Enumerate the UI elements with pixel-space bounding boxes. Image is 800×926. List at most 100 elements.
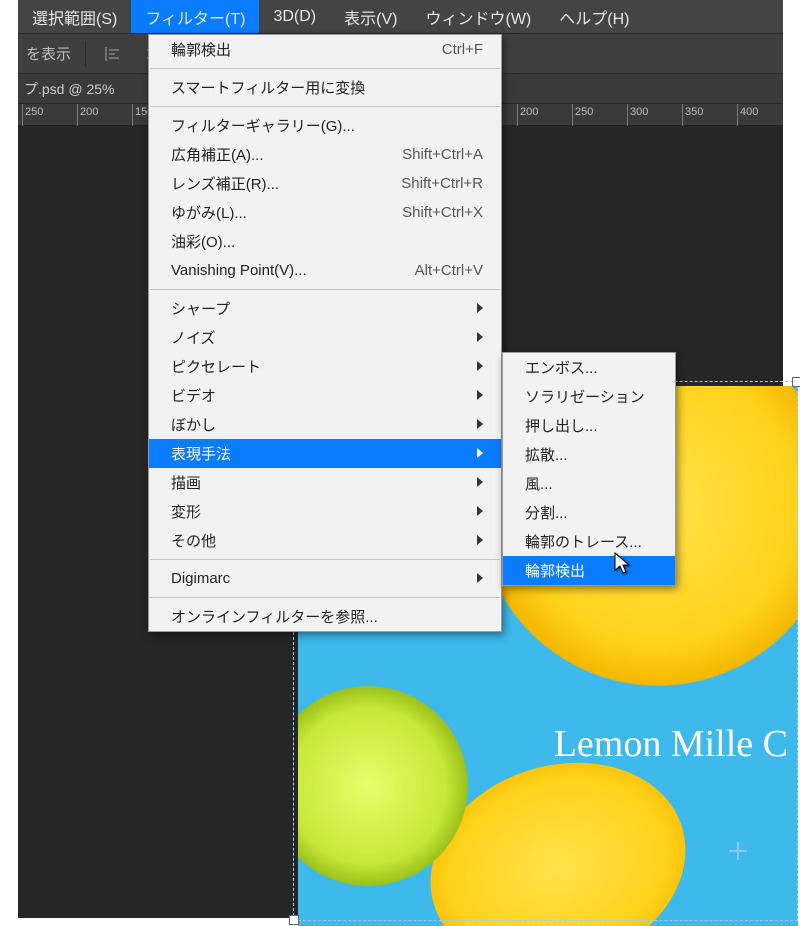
submenu-arrow-icon [477, 329, 483, 346]
submenu-arrow-icon [477, 300, 483, 317]
menu-item-label: ノイズ [171, 327, 477, 348]
menu-separator [150, 68, 500, 69]
filter-menu-item[interactable]: レンズ補正(R)...Shift+Ctrl+R [149, 169, 501, 198]
ruler-tick: 400 [737, 104, 738, 126]
filter-menu-item[interactable]: 描画 [149, 468, 501, 497]
menu-item-label: シャープ [171, 298, 477, 319]
menu-item-label: 押し出し... [525, 415, 657, 436]
ruler-tick: 300 [627, 104, 628, 126]
menu-item-label: 描画 [171, 472, 477, 493]
filter-menu-item[interactable]: Digimarc [149, 564, 501, 593]
submenu-arrow-icon [477, 387, 483, 404]
stylize-submenu: エンボス... ソラリゼーション押し出し... 拡散... 風... 分割... 輪郭のト… [502, 352, 676, 586]
submenu-arrow-icon [477, 532, 483, 549]
menu-表示(V)[interactable]: 表示(V) [330, 0, 411, 33]
menu-item-label: 輪郭検出 [171, 39, 442, 60]
ruler-tick: 250 [572, 104, 573, 126]
filter-menu-item[interactable]: スマートフィルター用に変換 [149, 73, 501, 102]
menubar: 選択範囲(S)フィルター(T)3D(D)表示(V)ウィンドウ(W)ヘルプ(H) [18, 0, 783, 34]
stylize-menu-item[interactable]: 風... [503, 469, 675, 498]
stylize-menu-item[interactable]: 分割... [503, 498, 675, 527]
menu-item-label: ゆがみ(L)... [171, 202, 402, 223]
stylize-menu-item[interactable]: ソラリゼーション [503, 382, 675, 411]
stylize-menu-item[interactable]: 押し出し... [503, 411, 675, 440]
menu-フィルター(T)[interactable]: フィルター(T) [131, 0, 259, 33]
filter-menu-item[interactable]: Vanishing Point(V)...Alt+Ctrl+V [149, 256, 501, 285]
filter-menu-item[interactable]: その他 [149, 526, 501, 555]
ruler-tick-label: 400 [740, 106, 758, 118]
menu-item-label: Digimarc [171, 570, 477, 587]
submenu-arrow-icon [477, 358, 483, 375]
filter-menu-item[interactable]: 広角補正(A)...Shift+Ctrl+A [149, 140, 501, 169]
menu-item-label: Vanishing Point(V)... [171, 262, 415, 279]
menu-item-label: 輪郭検出 [525, 560, 657, 581]
menu-item-label: フィルターギャラリー(G)... [171, 115, 483, 136]
filter-menu-item[interactable]: ビデオ [149, 381, 501, 410]
menu-選択範囲(S)[interactable]: 選択範囲(S) [18, 0, 131, 33]
filter-menu: 輪郭検出Ctrl+F スマートフィルター用に変換フィルターギャラリー(G)... 広… [148, 34, 502, 632]
filter-menu-item[interactable]: 輪郭検出Ctrl+F [149, 35, 501, 64]
filter-menu-item[interactable]: ぼかし [149, 410, 501, 439]
menu-item-label: オンラインフィルターを参照... [171, 606, 483, 627]
menu-3D(D)[interactable]: 3D(D) [259, 0, 330, 33]
menu-separator [150, 289, 500, 290]
menu-item-label: 風... [525, 473, 657, 494]
ruler-tick: 350 [682, 104, 683, 126]
filter-menu-item[interactable]: 変形 [149, 497, 501, 526]
stylize-menu-item[interactable]: 拡散... [503, 440, 675, 469]
menu-item-label: ソラリゼーション [525, 386, 681, 407]
menu-separator [150, 559, 500, 560]
filter-menu-item[interactable]: 表現手法 [149, 439, 501, 468]
stylize-menu-item[interactable]: 輪郭のトレース... [503, 527, 675, 556]
show-controls-label: を表示 [26, 43, 71, 64]
menu-item-label: ビデオ [171, 385, 477, 406]
stylize-menu-item[interactable]: エンボス... [503, 353, 675, 382]
filter-menu-item[interactable]: シャープ [149, 294, 501, 323]
menu-item-label: エンボス... [525, 357, 657, 378]
submenu-arrow-icon [477, 416, 483, 433]
menu-item-label: 拡散... [525, 444, 657, 465]
menu-item-label: その他 [171, 530, 477, 551]
ruler-tick-label: 350 [685, 106, 703, 118]
filter-menu-item[interactable]: オンラインフィルターを参照... [149, 602, 501, 631]
align-left-icon[interactable] [100, 41, 126, 67]
app-window: 選択範囲(S)フィルター(T)3D(D)表示(V)ウィンドウ(W)ヘルプ(H) … [18, 0, 783, 918]
filter-menu-item[interactable]: ピクセレート [149, 352, 501, 381]
menu-item-label: レンズ補正(R)... [171, 173, 401, 194]
menu-item-label: 油彩(O)... [171, 231, 483, 252]
ruler-tick-label: 200 [520, 106, 538, 118]
menu-item-shortcut: Shift+Ctrl+A [402, 146, 483, 163]
filter-menu-item[interactable]: フィルターギャラリー(G)... [149, 111, 501, 140]
submenu-arrow-icon [477, 570, 483, 587]
stylize-menu-item[interactable]: 輪郭検出 [503, 556, 675, 585]
ruler-tick: 200 [77, 104, 78, 126]
filter-menu-item[interactable]: ゆがみ(L)...Shift+Ctrl+X [149, 198, 501, 227]
menu-item-shortcut: Shift+Ctrl+R [401, 175, 483, 192]
menu-item-label: 変形 [171, 501, 477, 522]
menu-separator [150, 106, 500, 107]
artwork-script-text: Lemon Mille C [554, 722, 788, 766]
ruler-tick: 250 [22, 104, 23, 126]
document-tab-title: プ.psd @ 25% [24, 79, 114, 99]
ruler-tick: 150 [132, 104, 133, 126]
ruler-tick-label: 250 [575, 106, 593, 118]
menu-item-label: 輪郭のトレース... [525, 531, 678, 552]
ruler-tick-label: 250 [25, 106, 43, 118]
submenu-arrow-icon [477, 474, 483, 491]
menu-item-label: 分割... [525, 502, 657, 523]
filter-menu-item[interactable]: 油彩(O)... [149, 227, 501, 256]
menu-item-label: ぼかし [171, 414, 477, 435]
ruler-tick-label: 200 [80, 106, 98, 118]
menu-item-shortcut: Ctrl+F [442, 41, 483, 58]
submenu-arrow-icon [477, 445, 483, 462]
menu-item-label: 表現手法 [171, 443, 477, 464]
submenu-arrow-icon [477, 503, 483, 520]
ruler-tick: 200 [517, 104, 518, 126]
menu-ヘルプ(H)[interactable]: ヘルプ(H) [545, 0, 643, 33]
menu-ウィンドウ(W)[interactable]: ウィンドウ(W) [411, 0, 545, 33]
filter-menu-item[interactable]: ノイズ [149, 323, 501, 352]
menu-item-label: ピクセレート [171, 356, 477, 377]
menu-separator [150, 597, 500, 598]
divider [85, 41, 86, 67]
menu-item-shortcut: Alt+Ctrl+V [415, 262, 483, 279]
